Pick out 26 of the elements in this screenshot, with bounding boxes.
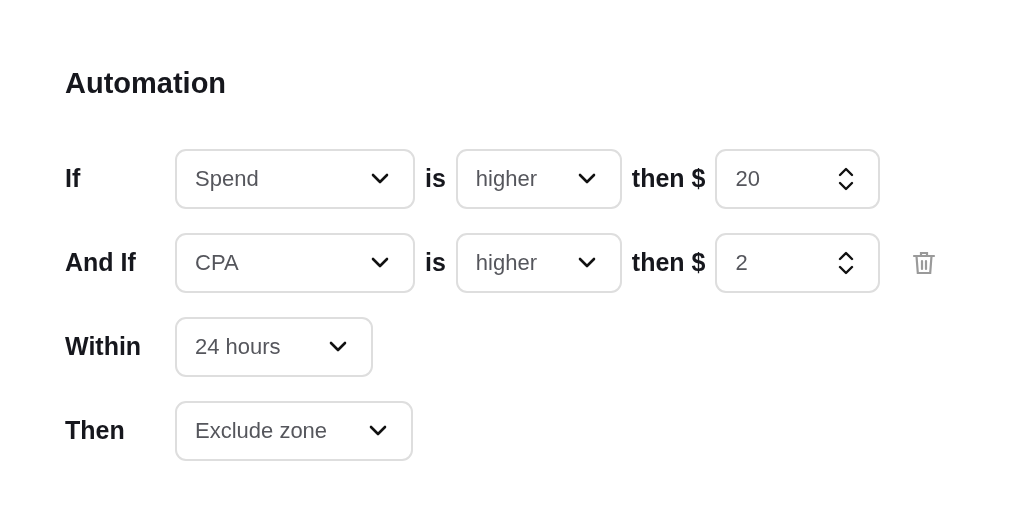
stepper-icon xyxy=(838,165,855,192)
chevron-down-icon xyxy=(577,172,596,185)
dropdown[interactable]: higher xyxy=(455,232,622,293)
condition-label: If xyxy=(65,163,82,195)
trash-icon[interactable] xyxy=(912,249,937,276)
condition-label: Then xyxy=(65,415,126,447)
connector-text: is xyxy=(425,163,446,195)
dropdown[interactable]: 24 hours xyxy=(175,316,373,377)
connector-text: is xyxy=(425,247,446,279)
condition-label: Within xyxy=(65,331,143,363)
chevron-down-icon xyxy=(577,256,596,269)
number-input[interactable]: 2 xyxy=(715,232,881,293)
chevron-down-icon xyxy=(329,340,347,353)
chevron-down-icon xyxy=(369,424,387,437)
dropdown[interactable]: CPA xyxy=(175,232,415,293)
number-input[interactable]: 20 xyxy=(715,148,881,209)
condition-label: And If xyxy=(65,247,137,279)
section-title: Automation xyxy=(65,66,228,101)
dropdown[interactable]: Exclude zone xyxy=(175,400,413,461)
connector-text: then $ xyxy=(631,163,706,195)
connector-text: then $ xyxy=(631,247,706,279)
chevron-down-icon xyxy=(371,172,389,185)
chevron-down-icon xyxy=(371,256,389,269)
stepper-icon xyxy=(838,249,855,276)
dropdown[interactable]: Spend xyxy=(175,148,415,209)
dropdown[interactable]: higher xyxy=(455,148,622,209)
